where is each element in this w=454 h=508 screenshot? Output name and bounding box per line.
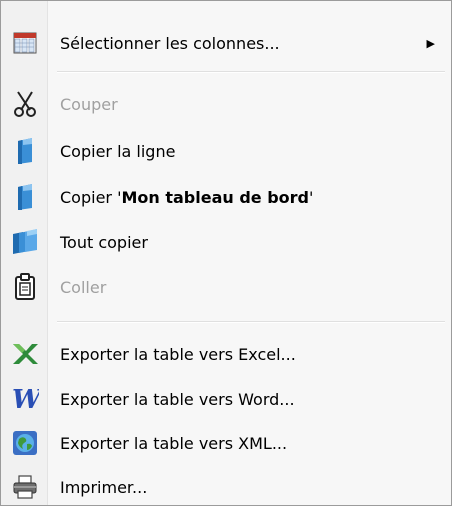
scissors-icon — [11, 90, 39, 118]
clipboard-icon — [11, 273, 39, 301]
separator — [57, 71, 445, 73]
context-menu: Sélectionner les colonnes... ▶ Couper Co… — [0, 0, 452, 506]
menu-item-print[interactable]: Imprimer... — [3, 467, 449, 507]
copy-all-icon — [11, 228, 39, 256]
menu-item-label: Copier 'Mon tableau de bord' — [60, 187, 314, 207]
menu-item-label: Exporter la table vers XML... — [60, 433, 288, 453]
menu-item-paste[interactable]: Coller — [3, 267, 449, 307]
menu-item-label: Exporter la table vers Excel... — [60, 344, 296, 364]
menu-item-select-columns[interactable]: Sélectionner les colonnes... ▶ — [3, 23, 449, 63]
menu-item-cut[interactable]: Couper — [3, 84, 449, 124]
xml-globe-icon — [11, 429, 39, 457]
menu-item-label: Exporter la table vers Word... — [60, 389, 295, 409]
dashboard-name: Mon tableau de bord — [121, 187, 309, 207]
menu-item-label: Copier la ligne — [60, 141, 176, 161]
menu-item-label: Coller — [60, 277, 107, 297]
copy-page-icon — [11, 137, 39, 165]
menu-item-export-excel[interactable]: Exporter la table vers Excel... — [3, 334, 449, 374]
submenu-arrow-icon: ▶ — [426, 36, 435, 50]
menu-item-copy-all[interactable]: Tout copier — [3, 222, 449, 262]
menu-item-label: Couper — [60, 94, 118, 114]
menu-item-label: Sélectionner les colonnes... — [60, 33, 280, 53]
menu-item-label: Imprimer... — [60, 477, 148, 497]
menu-item-export-xml[interactable]: Exporter la table vers XML... — [3, 423, 449, 463]
separator — [57, 321, 445, 323]
menu-item-export-word[interactable]: W Exporter la table vers Word... — [3, 379, 449, 419]
printer-icon — [11, 473, 39, 501]
svg-text:W: W — [12, 386, 39, 412]
menu-item-copy-dashboard[interactable]: Copier 'Mon tableau de bord' — [3, 177, 449, 217]
columns-icon — [11, 29, 39, 57]
excel-icon — [11, 340, 39, 368]
copy-page-icon — [11, 183, 39, 211]
menu-item-copy-line[interactable]: Copier la ligne — [3, 131, 449, 171]
word-icon: W — [11, 385, 39, 413]
menu-item-label: Tout copier — [60, 232, 148, 252]
